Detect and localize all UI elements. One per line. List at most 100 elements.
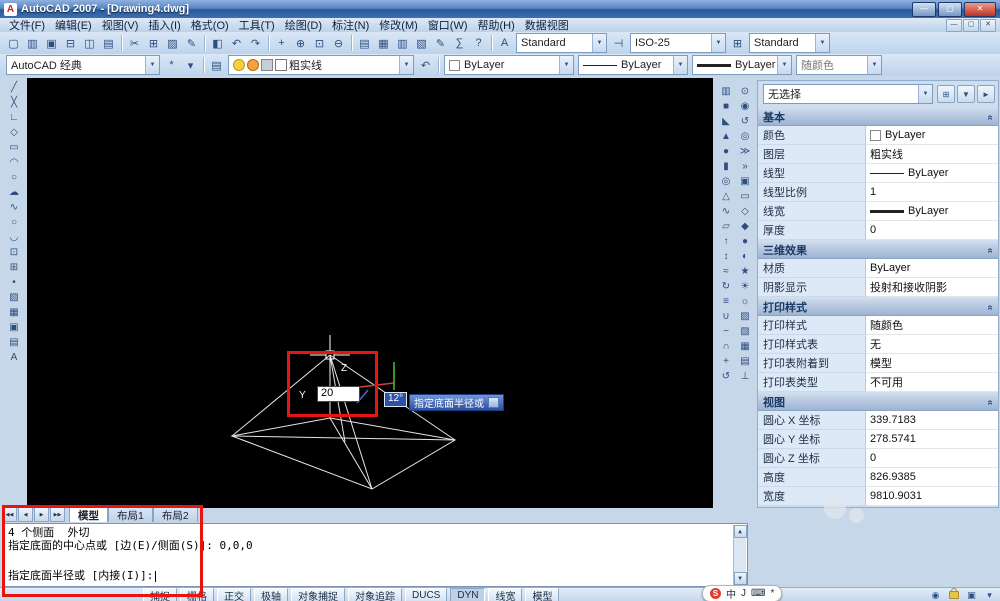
property-value[interactable]: ByLayer xyxy=(866,202,998,221)
text-style-combo[interactable]: Standard ▼ xyxy=(516,33,607,53)
status-toggle-dyn[interactable]: DYN xyxy=(450,588,486,601)
close-button[interactable]: ✕ xyxy=(964,1,996,17)
property-value[interactable]: 无 xyxy=(866,335,998,354)
collapse-chevron-icon[interactable]: « xyxy=(985,247,996,253)
property-value[interactable]: 模型 xyxy=(866,354,998,373)
menu-item-dataview[interactable]: 数据视图 xyxy=(520,17,574,33)
chevron-down-icon[interactable]: ▼ xyxy=(815,34,829,52)
collapse-chevron-icon[interactable]: « xyxy=(985,399,996,405)
section-header[interactable]: 基本 « xyxy=(758,109,998,126)
workspace-combo[interactable]: AutoCAD 经典 ▼ xyxy=(6,55,160,75)
new-icon[interactable]: ▢ xyxy=(4,34,23,53)
status-toggle-osnap[interactable]: 对象捕捉 xyxy=(291,588,345,601)
zoom-window-icon[interactable]: ⊡ xyxy=(310,34,329,53)
pan-icon[interactable]: + xyxy=(272,34,291,53)
polysolid-icon[interactable]: ▥ xyxy=(717,84,735,99)
plot-preview-icon[interactable]: ◫ xyxy=(80,34,99,53)
menu-item-view[interactable]: 视图(V) xyxy=(97,17,144,33)
rectangle-icon[interactable]: ▭ xyxy=(5,140,23,155)
lineweight-combo[interactable]: ByLayer ▼ xyxy=(692,55,792,75)
zoom-previous-icon[interactable]: ⊖ xyxy=(329,34,348,53)
property-value[interactable]: 9810.9031 xyxy=(866,487,998,506)
status-toggle-ducs[interactable]: DUCS xyxy=(405,588,448,601)
child-close-button[interactable]: ✕ xyxy=(980,18,996,32)
make-block-icon[interactable]: ⊞ xyxy=(5,260,23,275)
last-tab-icon[interactable]: ▶▶ xyxy=(50,507,65,522)
workspace-settings-icon[interactable]: * xyxy=(162,56,181,75)
property-value[interactable]: 0 xyxy=(866,449,998,468)
chevron-down-icon[interactable]: ▼ xyxy=(777,56,791,74)
planar-surface-icon[interactable]: ▱ xyxy=(717,219,735,234)
collapse-chevron-icon[interactable]: « xyxy=(985,304,996,310)
revolve-icon[interactable]: ↻ xyxy=(717,279,735,294)
menu-item-help[interactable]: 帮助(H) xyxy=(473,17,520,33)
property-value[interactable]: 826.9385 xyxy=(866,468,998,487)
realistic-icon[interactable]: ● xyxy=(736,234,754,249)
properties-icon[interactable]: ▤ xyxy=(355,34,374,53)
tab-layout2[interactable]: 布局2 xyxy=(152,507,198,522)
ellipse-arc-icon[interactable]: ◡ xyxy=(5,230,23,245)
polyline-icon[interactable]: ∟ xyxy=(5,110,23,125)
select-objects-icon[interactable]: ► xyxy=(977,85,995,103)
open-icon[interactable]: ▥ xyxy=(23,34,42,53)
markup-set-manager-icon[interactable]: ✎ xyxy=(431,34,450,53)
conceptual-icon[interactable]: ◐ xyxy=(736,249,754,264)
sweep-icon[interactable]: ≈ xyxy=(717,264,735,279)
menu-item-edit[interactable]: 编辑(E) xyxy=(50,17,97,33)
status-toggle-lwt[interactable]: 线宽 xyxy=(488,588,523,601)
ellipse-icon[interactable]: ○ xyxy=(5,215,23,230)
box-icon[interactable]: ■ xyxy=(717,99,735,114)
property-value[interactable]: 339.7183 xyxy=(866,411,998,430)
3d-move-icon[interactable]: + xyxy=(717,354,735,369)
3d-rotate-icon[interactable]: ↺ xyxy=(717,369,735,384)
first-tab-icon[interactable]: ◀◀ xyxy=(2,507,17,522)
intersect-icon[interactable]: ∩ xyxy=(717,339,735,354)
menu-item-tools[interactable]: 工具(T) xyxy=(234,17,280,33)
scroll-up-icon[interactable]: ▲ xyxy=(733,525,747,538)
workspace-toolbars-icon[interactable]: ▾ xyxy=(181,56,200,75)
spline-icon[interactable]: ∿ xyxy=(5,200,23,215)
command-window[interactable]: 4 个侧面 外切 指定底面的中心点或 [边(E)/侧面(S)]: 0,0,0 指定… xyxy=(2,523,748,587)
color-combo[interactable]: ByLayer ▼ xyxy=(444,55,574,75)
chevron-down-icon[interactable]: ▼ xyxy=(673,56,687,74)
3d-hidden-icon[interactable]: ◆ xyxy=(736,219,754,234)
property-value[interactable]: 1 xyxy=(866,183,998,202)
fly-icon[interactable]: » xyxy=(736,159,754,174)
chevron-down-icon[interactable]: ▼ xyxy=(145,56,159,74)
arc-icon[interactable]: ◠ xyxy=(5,155,23,170)
circle-icon[interactable]: ○ xyxy=(5,170,23,185)
tray-windows-icon[interactable]: ▣ xyxy=(965,589,978,601)
ime-tools-icon[interactable]: * xyxy=(770,588,774,599)
free-orbit-icon[interactable]: ◉ xyxy=(736,99,754,114)
chevron-down-icon[interactable]: ▼ xyxy=(711,34,725,52)
loft-icon[interactable]: ≡ xyxy=(717,294,735,309)
section-header[interactable]: 三维效果 « xyxy=(758,242,998,259)
revision-cloud-icon[interactable]: ☁ xyxy=(5,185,23,200)
status-toggle-model-space[interactable]: 模型 xyxy=(525,588,560,601)
property-value[interactable]: 粗实线 xyxy=(866,145,998,164)
prev-tab-icon[interactable]: ◀ xyxy=(18,507,33,522)
menu-item-modify[interactable]: 修改(M) xyxy=(374,17,423,33)
scroll-down-icon[interactable]: ▼ xyxy=(733,572,747,585)
pyramid-icon[interactable]: △ xyxy=(717,189,735,204)
materials-icon[interactable]: ▨ xyxy=(736,309,754,324)
presspull-icon[interactable]: ↕ xyxy=(717,249,735,264)
swivel-icon[interactable]: ◎ xyxy=(736,129,754,144)
extrude-icon[interactable]: ↑ xyxy=(717,234,735,249)
tool-palettes-icon[interactable]: ▥ xyxy=(393,34,412,53)
mapping-icon[interactable]: ▧ xyxy=(736,324,754,339)
walk-icon[interactable]: ≫ xyxy=(736,144,754,159)
menu-item-dimension[interactable]: 标注(N) xyxy=(327,17,374,33)
cone-icon[interactable]: ▲ xyxy=(717,129,735,144)
cylinder-icon[interactable]: ▮ xyxy=(717,159,735,174)
camera-icon[interactable]: ▣ xyxy=(736,174,754,189)
sun-properties-icon[interactable]: ☼ xyxy=(736,294,754,309)
2d-wireframe-icon[interactable]: ▭ xyxy=(736,189,754,204)
section-header[interactable]: 打印样式 « xyxy=(758,299,998,316)
chevron-down-icon[interactable]: ▼ xyxy=(559,56,573,74)
paste-icon[interactable]: ▨ xyxy=(163,34,182,53)
command-scrollbar[interactable]: ▲ ▼ xyxy=(733,525,747,585)
menu-item-draw[interactable]: 绘图(D) xyxy=(280,17,327,33)
dynamic-input-field[interactable]: 20 xyxy=(317,386,360,402)
wedge-icon[interactable]: ◣ xyxy=(717,114,735,129)
